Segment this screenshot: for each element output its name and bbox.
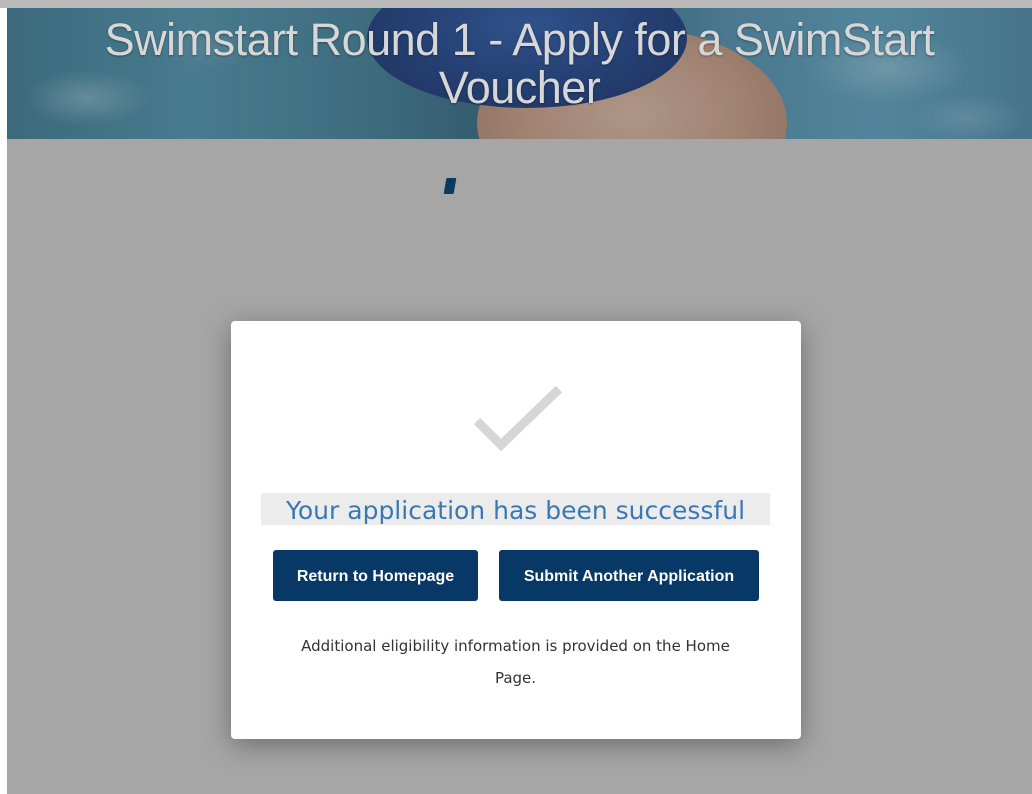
eligibility-info-line-2: Page. xyxy=(494,669,537,687)
eligibility-info-text: Additional eligibility information is pr… xyxy=(261,630,770,694)
checkmark-icon xyxy=(473,385,563,452)
success-message: Your application has been successful xyxy=(285,496,746,525)
success-dialog: Your application has been successful Ret… xyxy=(231,321,801,739)
page-title: Swimstart Round 1 - Apply for a SwimStar… xyxy=(7,16,1032,112)
submit-another-application-button[interactable]: Submit Another Application xyxy=(499,550,759,601)
hero-banner: Swimstart Round 1 - Apply for a SwimStar… xyxy=(7,8,1032,139)
return-to-homepage-button[interactable]: Return to Homepage xyxy=(273,550,478,601)
page-title-line-2: Voucher xyxy=(438,62,601,113)
top-strip xyxy=(0,0,1032,8)
page-title-line-1: Swimstart Round 1 - Apply for a SwimStar… xyxy=(104,14,935,65)
page: Swimstart Round 1 - Apply for a SwimStar… xyxy=(0,0,1032,794)
eligibility-info-line-1: Additional eligibility information is pr… xyxy=(301,637,730,655)
